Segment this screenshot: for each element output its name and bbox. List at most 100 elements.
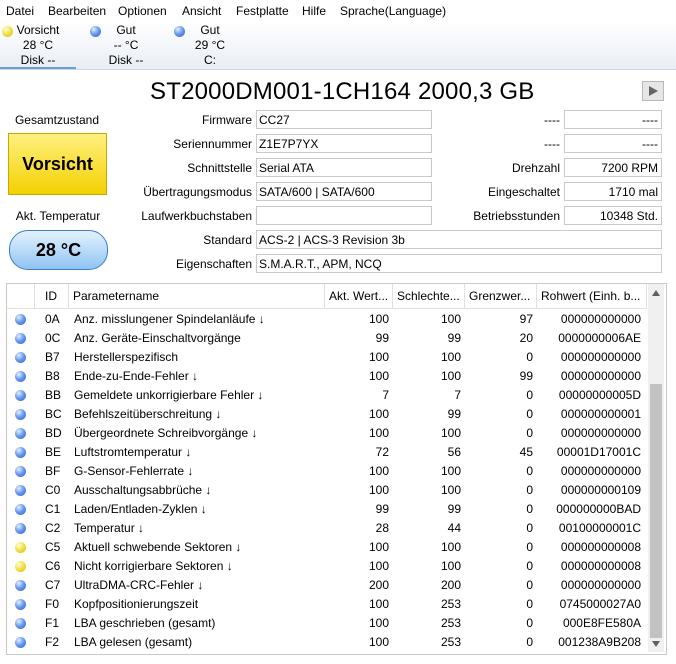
- disk-tab-1[interactable]: Vorsicht 28 °C Disk --: [0, 23, 76, 69]
- menu-hilfe[interactable]: Hilfe: [302, 4, 326, 18]
- table-row[interactable]: C6 Nicht korrigierbare Sektoren ↓ 100 100 0 0…: [7, 557, 647, 576]
- disk-tab-3[interactable]: Gut 29 °C C:: [172, 23, 248, 67]
- attr-current: 200: [368, 578, 389, 592]
- attr-threshold: 0: [526, 635, 533, 649]
- attr-threshold: 0: [526, 597, 533, 611]
- good-status-icon: [15, 390, 26, 401]
- good-status-icon: [15, 580, 26, 591]
- attr-id: BD: [45, 426, 62, 440]
- caution-status-icon: [2, 26, 13, 37]
- table-row[interactable]: C0 Ausschaltungsabbrüche ↓ 100 100 0 00000000…: [7, 481, 647, 500]
- column-worst[interactable]: Schlechte...: [393, 284, 465, 308]
- attr-worst: 56: [447, 445, 461, 459]
- table-row[interactable]: BB Gemeldete unkorrigierbare Fehler ↓ 7 7 0 0…: [7, 386, 647, 405]
- next-disk-button[interactable]: [642, 81, 664, 101]
- attr-current: 100: [368, 597, 389, 611]
- vertical-scrollbar[interactable]: [648, 284, 664, 652]
- attr-threshold: 0: [526, 502, 533, 516]
- table-row[interactable]: B7 Herstellerspezifisch 100 100 0 00000000000…: [7, 348, 647, 367]
- firmware-field: CC27: [256, 110, 432, 129]
- health-status-badge[interactable]: Vorsicht: [8, 133, 107, 195]
- table-row[interactable]: C2 Temperatur ↓ 28 44 0 00100000001C: [7, 519, 647, 538]
- good-status-icon: [15, 371, 26, 382]
- attr-raw: 000000000BAD: [556, 502, 641, 516]
- attr-current: 100: [368, 312, 389, 326]
- good-status-icon: [15, 333, 26, 344]
- table-row[interactable]: C7 UltraDMA-CRC-Fehler ↓ 200 200 0 0000000000…: [7, 576, 647, 595]
- attr-worst: 100: [440, 483, 461, 497]
- table-row[interactable]: C1 Laden/Entladen-Zyklen ↓ 99 99 0 000000000B…: [7, 500, 647, 519]
- table-row[interactable]: F0 Kopfpositionierungszeit 100 253 0 07450000…: [7, 595, 647, 614]
- caution-status-icon: [15, 561, 26, 572]
- scroll-down-icon[interactable]: [652, 641, 660, 647]
- attr-worst: 100: [440, 540, 461, 554]
- attr-raw: 0000000006AE: [558, 331, 641, 345]
- table-row[interactable]: F2 LBA gelesen (gesamt) 100 253 0 001238A9B20…: [7, 633, 647, 652]
- good-status-icon: [15, 485, 26, 496]
- attr-name: LBA geschrieben (gesamt): [74, 616, 216, 630]
- column-threshold[interactable]: Grenzwer...: [465, 284, 537, 308]
- column-current[interactable]: Akt. Wert...: [325, 284, 393, 308]
- table-row[interactable]: C5 Aktuell schwebende Sektoren ↓ 100 100 0 00…: [7, 538, 647, 557]
- attr-raw: 000000000001: [560, 407, 641, 421]
- attr-raw: 000000000000: [560, 578, 641, 592]
- serial-field: Z1E7P7YX: [256, 134, 432, 153]
- attr-worst: 253: [440, 616, 461, 630]
- attr-name: G-Sensor-Fehlerrate ↓: [74, 464, 194, 478]
- table-row[interactable]: 0A Anz. misslungener Spindelanläufe ↓ 100 1…: [7, 310, 647, 329]
- attr-raw: 00000000005D: [558, 388, 641, 402]
- table-row[interactable]: BC Befehlszeitüberschreitung ↓ 100 99 0 00000…: [7, 405, 647, 424]
- attr-threshold: 0: [526, 407, 533, 421]
- interface-field: Serial ATA: [256, 158, 432, 177]
- menu-sprache[interactable]: Sprache(Language): [340, 4, 446, 18]
- table-row[interactable]: B8 Ende-zu-Ende-Fehler ↓ 100 100 99 000000000…: [7, 367, 647, 386]
- menu-bearbeiten[interactable]: Bearbeiten: [48, 4, 106, 18]
- column-name[interactable]: Parametername: [69, 284, 325, 308]
- table-row[interactable]: BF G-Sensor-Fehlerrate ↓ 100 100 0 0000000000…: [7, 462, 647, 481]
- attr-current: 72: [375, 445, 389, 459]
- attr-current: 100: [368, 559, 389, 573]
- menu-festplatte[interactable]: Festplatte: [236, 4, 289, 18]
- attr-threshold: 0: [526, 559, 533, 573]
- table-row[interactable]: 0C Anz. Geräte-Einschaltvorgänge 99 99 20 000…: [7, 329, 647, 348]
- smart-attribute-table: ID Parametername Akt. Wert... Schlechte.…: [6, 283, 667, 655]
- menu-optionen[interactable]: Optionen: [118, 4, 167, 18]
- column-status[interactable]: [7, 284, 35, 308]
- attr-worst: 100: [440, 312, 461, 326]
- attr-threshold: 0: [526, 578, 533, 592]
- attr-raw: 000000000109: [560, 483, 641, 497]
- attr-id: C2: [45, 521, 61, 535]
- good-status-icon: [15, 466, 26, 477]
- column-raw[interactable]: Rohwert (Einh. b...: [537, 284, 647, 308]
- attr-raw: 000000000000: [560, 312, 641, 326]
- drive-letter-label: Laufwerkbuchstaben: [141, 209, 252, 223]
- attr-worst: 200: [440, 578, 461, 592]
- attr-worst: 100: [440, 426, 461, 440]
- disk-tab-2[interactable]: Gut -- °C Disk --: [88, 23, 164, 67]
- good-status-icon: [15, 618, 26, 629]
- table-row[interactable]: BD Übergeordnete Schreibvorgänge ↓ 100 100 0…: [7, 424, 647, 443]
- attr-name: Aktuell schwebende Sektoren ↓: [74, 540, 242, 554]
- table-row[interactable]: BE Luftstromtemperatur ↓ 72 56 45 00001D17001…: [7, 443, 647, 462]
- attr-current: 100: [368, 407, 389, 421]
- attr-name: Temperatur ↓: [74, 521, 145, 535]
- menu-ansicht[interactable]: Ansicht: [182, 4, 221, 18]
- column-id[interactable]: ID: [35, 284, 69, 308]
- attr-id: BE: [45, 445, 62, 459]
- rpm-label: Drehzahl: [511, 161, 560, 175]
- menu-datei[interactable]: Datei: [6, 4, 34, 18]
- power-hours-label: Betriebsstunden: [473, 209, 560, 223]
- serial-label: Seriennummer: [173, 137, 252, 151]
- attr-threshold: 0: [526, 388, 533, 402]
- attr-name: Nicht korrigierbare Sektoren ↓: [74, 559, 233, 573]
- disk-title: ST2000DM001-1CH164 2000,3 GB: [150, 78, 535, 105]
- attr-current: 100: [368, 426, 389, 440]
- attr-name: Ende-zu-Ende-Fehler ↓: [74, 369, 199, 383]
- scroll-up-icon[interactable]: [652, 290, 660, 296]
- right-label-2: ----: [544, 137, 560, 151]
- attr-id: 0A: [45, 312, 60, 326]
- right-field-2: ----: [564, 134, 662, 153]
- scrollbar-thumb[interactable]: [650, 384, 662, 638]
- good-status-icon: [15, 599, 26, 610]
- table-row[interactable]: F1 LBA geschrieben (gesamt) 100 253 0 000E8FE…: [7, 614, 647, 633]
